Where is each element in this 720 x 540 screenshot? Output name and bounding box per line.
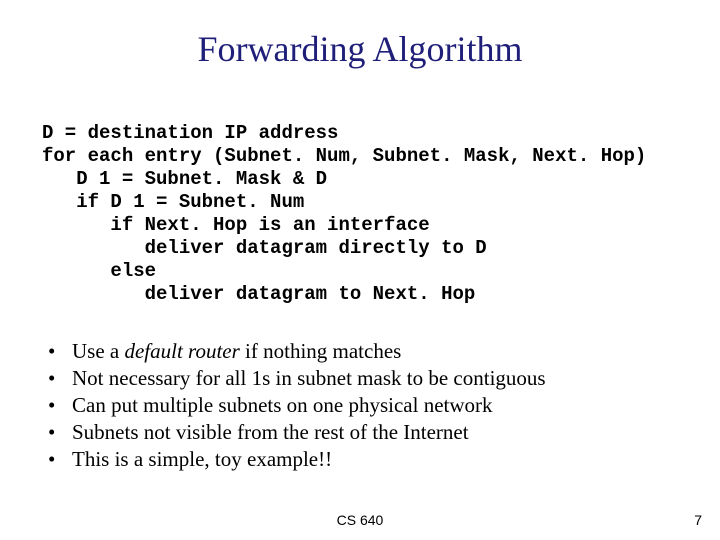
list-item: • Can put multiple subnets on one physic… (48, 392, 546, 419)
bullet-text: This is a simple, toy example!! (72, 446, 332, 473)
bullet-text: Can put multiple subnets on one physical… (72, 392, 493, 419)
bullet-text: Use a default router if nothing matches (72, 338, 401, 365)
bullet-dot-icon: • (48, 338, 72, 365)
code-line: deliver datagram directly to D (42, 237, 487, 259)
code-line: if D 1 = Subnet. Num (42, 191, 304, 213)
algorithm-code-block: D = destination IP address for each entr… (42, 122, 646, 306)
slide: Forwarding Algorithm D = destination IP … (0, 0, 720, 540)
bullet-list: • Use a default router if nothing matche… (48, 338, 546, 473)
page-number: 7 (694, 512, 702, 528)
list-item: • Subnets not visible from the rest of t… (48, 419, 546, 446)
text-run: if nothing matches (240, 339, 402, 363)
bullet-text: Subnets not visible from the rest of the… (72, 419, 469, 446)
bullet-text: Not necessary for all 1s in subnet mask … (72, 365, 546, 392)
list-item: • Use a default router if nothing matche… (48, 338, 546, 365)
bullet-dot-icon: • (48, 419, 72, 446)
text-run: Use a (72, 339, 124, 363)
code-line: else (42, 260, 156, 282)
code-line: for each entry (Subnet. Num, Subnet. Mas… (42, 145, 646, 167)
code-line: D 1 = Subnet. Mask & D (42, 168, 327, 190)
bullet-dot-icon: • (48, 365, 72, 392)
text-emphasis: default router (124, 339, 239, 363)
code-line: if Next. Hop is an interface (42, 214, 430, 236)
list-item: • Not necessary for all 1s in subnet mas… (48, 365, 546, 392)
bullet-dot-icon: • (48, 392, 72, 419)
footer-center: CS 640 (0, 512, 720, 528)
code-line: deliver datagram to Next. Hop (42, 283, 475, 305)
list-item: • This is a simple, toy example!! (48, 446, 546, 473)
slide-title: Forwarding Algorithm (0, 28, 720, 70)
code-line: D = destination IP address (42, 122, 338, 144)
bullet-dot-icon: • (48, 446, 72, 473)
